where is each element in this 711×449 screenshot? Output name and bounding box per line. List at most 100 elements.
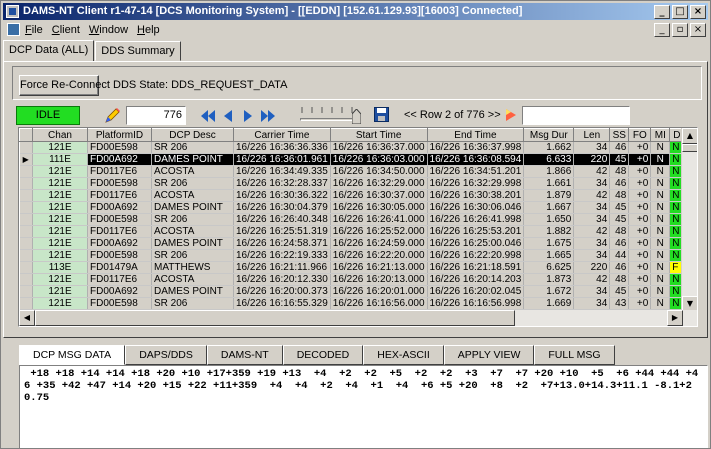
col-chan[interactable]: Chan — [32, 128, 88, 142]
table-cell[interactable]: SR 206 — [151, 297, 234, 310]
row-indicator[interactable] — [19, 213, 33, 226]
table-row[interactable]: 121E FD0117E6 ACOSTA 16/226 16:20:12.330 16/… — [19, 273, 693, 286]
table-cell[interactable]: 16/226 16:25:51.319 — [233, 225, 331, 238]
table-cell[interactable]: 46 — [609, 177, 630, 190]
table-cell[interactable]: 48 — [609, 273, 630, 286]
col-len[interactable]: Len — [573, 128, 611, 142]
table-cell[interactable]: 16/226 16:26:41.000 — [330, 213, 428, 226]
table-cell[interactable]: 16/226 16:26:41.998 — [427, 213, 525, 226]
table-cell[interactable]: 16/226 16:30:38.201 — [427, 189, 525, 202]
table-cell[interactable]: 16/226 16:16:56.000 — [330, 297, 428, 310]
col-end-time[interactable]: End Time — [426, 128, 525, 142]
table-cell[interactable]: 16/226 16:25:00.046 — [427, 237, 525, 250]
table-cell[interactable]: 42 — [573, 189, 611, 202]
table-cell[interactable]: +0 — [628, 153, 652, 166]
force-reconnect-button[interactable]: Force Re-Connect — [19, 75, 110, 96]
table-cell[interactable]: N — [650, 201, 671, 214]
table-cell[interactable]: 1.866 — [523, 165, 575, 178]
table-row[interactable]: 121E FD00E598 SR 206 16/226 16:32:28.337 16/… — [19, 177, 693, 190]
table-cell[interactable]: 16/226 16:30:04.379 — [233, 201, 331, 214]
table-cell[interactable]: 46 — [609, 141, 630, 154]
table-cell[interactable]: FD00A692 — [87, 285, 152, 298]
table-cell[interactable]: +0 — [628, 237, 652, 250]
table-cell[interactable]: 16/226 16:32:29.998 — [427, 177, 525, 190]
row-indicator[interactable]: ▶ — [19, 153, 33, 166]
table-cell[interactable]: N — [650, 165, 671, 178]
table-cell[interactable]: 46 — [609, 237, 630, 250]
message-text-area[interactable]: +18 +18 +14 +14 +18 +20 +10 +17+359 +19 … — [19, 365, 708, 448]
col-carrier-time[interactable]: Carrier Time — [233, 128, 331, 142]
table-cell[interactable]: 45 — [609, 153, 630, 166]
table-cell[interactable]: N — [650, 177, 671, 190]
table-cell[interactable]: 48 — [609, 225, 630, 238]
table-row[interactable]: ▶ 111E FD00A692 DAMES POINT 16/226 16:36:01.… — [19, 153, 693, 166]
table-cell[interactable]: 16/226 16:22:20.000 — [330, 249, 428, 262]
table-cell[interactable]: 1.873 — [523, 273, 575, 286]
tab-dcp-msg-data[interactable]: DCP MSG DATA — [19, 345, 126, 365]
table-cell[interactable]: 121E — [32, 213, 88, 226]
table-cell[interactable]: 34 — [573, 141, 611, 154]
col-mi[interactable]: MI — [650, 128, 671, 142]
table-cell[interactable]: 16/226 16:20:14.203 — [427, 273, 525, 286]
table-cell[interactable]: 16/226 16:34:51.201 — [427, 165, 525, 178]
table-cell[interactable]: DAMES POINT — [151, 153, 234, 166]
scroll-left-button[interactable]: ◀ — [19, 310, 35, 326]
table-cell[interactable]: FD00E598 — [87, 249, 152, 262]
table-row[interactable]: 121E FD00E598 SR 206 16/226 16:22:19.333 16/… — [19, 249, 693, 262]
table-cell[interactable]: 16/226 16:36:03.000 — [330, 153, 428, 166]
table-cell[interactable]: +0 — [628, 261, 652, 274]
menu-file[interactable]: File — [25, 23, 43, 37]
table-cell[interactable]: 111E — [32, 153, 88, 166]
table-cell[interactable]: 46 — [609, 261, 630, 274]
table-cell[interactable]: ACOSTA — [151, 225, 234, 238]
table-cell[interactable]: +0 — [628, 213, 652, 226]
table-cell[interactable]: FD00E598 — [87, 297, 152, 310]
table-cell[interactable]: FD0117E6 — [87, 165, 152, 178]
table-cell[interactable]: FD0117E6 — [87, 273, 152, 286]
vertical-scroll-thumb[interactable] — [682, 144, 697, 152]
table-cell[interactable]: 16/226 16:36:37.000 — [330, 141, 428, 154]
next-record-icon[interactable] — [240, 109, 256, 123]
table-cell[interactable]: 16/226 16:24:58.371 — [233, 237, 331, 250]
table-cell[interactable]: N — [650, 153, 671, 166]
table-cell[interactable]: 113E — [32, 261, 88, 274]
table-cell[interactable]: 1.650 — [523, 213, 575, 226]
record-count-field[interactable]: 776 — [126, 106, 186, 125]
table-cell[interactable]: DAMES POINT — [151, 237, 234, 250]
table-cell[interactable]: DAMES POINT — [151, 201, 234, 214]
col-dcp-desc[interactable]: DCP Desc — [151, 128, 234, 142]
table-row[interactable]: 113E FD01479A MATTHEWS 16/226 16:21:11.966 1… — [19, 261, 693, 274]
table-cell[interactable]: +0 — [628, 165, 652, 178]
table-cell[interactable]: 34 — [573, 201, 611, 214]
table-cell[interactable]: 34 — [573, 177, 611, 190]
table-cell[interactable]: +0 — [628, 297, 652, 310]
table-cell[interactable]: 16/226 16:25:52.000 — [330, 225, 428, 238]
table-row[interactable]: 121E FD00E598 SR 206 16/226 16:36:36.336 16/… — [19, 141, 693, 154]
table-cell[interactable]: 16/226 16:21:13.000 — [330, 261, 428, 274]
table-cell[interactable]: 16/226 16:24:59.000 — [330, 237, 428, 250]
mdi-close-button[interactable]: × — [690, 23, 706, 37]
row-indicator[interactable] — [19, 225, 33, 238]
table-cell[interactable]: 16/226 16:30:36.322 — [233, 189, 331, 202]
title-bar[interactable]: DAMS-NT Client r1-47-14 [DCS Monitoring … — [3, 3, 708, 20]
tab-dds-summary[interactable]: DDS Summary — [95, 41, 181, 61]
table-cell[interactable]: 1.879 — [523, 189, 575, 202]
table-cell[interactable]: 220 — [573, 153, 611, 166]
table-cell[interactable]: N — [650, 213, 671, 226]
table-cell[interactable]: N — [650, 189, 671, 202]
table-cell[interactable]: 16/226 16:30:05.000 — [330, 201, 428, 214]
maximize-button[interactable]: □ — [672, 5, 688, 19]
table-cell[interactable]: +0 — [628, 177, 652, 190]
table-cell[interactable]: 48 — [609, 189, 630, 202]
row-indicator[interactable] — [19, 261, 33, 274]
row-indicator[interactable] — [19, 141, 33, 154]
table-cell[interactable]: 16/226 16:22:20.998 — [427, 249, 525, 262]
save-icon[interactable] — [374, 107, 389, 122]
table-cell[interactable]: 42 — [573, 273, 611, 286]
table-cell[interactable]: FD00A692 — [87, 153, 152, 166]
table-cell[interactable]: 121E — [32, 225, 88, 238]
table-cell[interactable]: N — [650, 237, 671, 250]
child-window-icon[interactable] — [7, 23, 20, 36]
table-cell[interactable]: FD00E598 — [87, 177, 152, 190]
table-cell[interactable]: N — [650, 297, 671, 310]
